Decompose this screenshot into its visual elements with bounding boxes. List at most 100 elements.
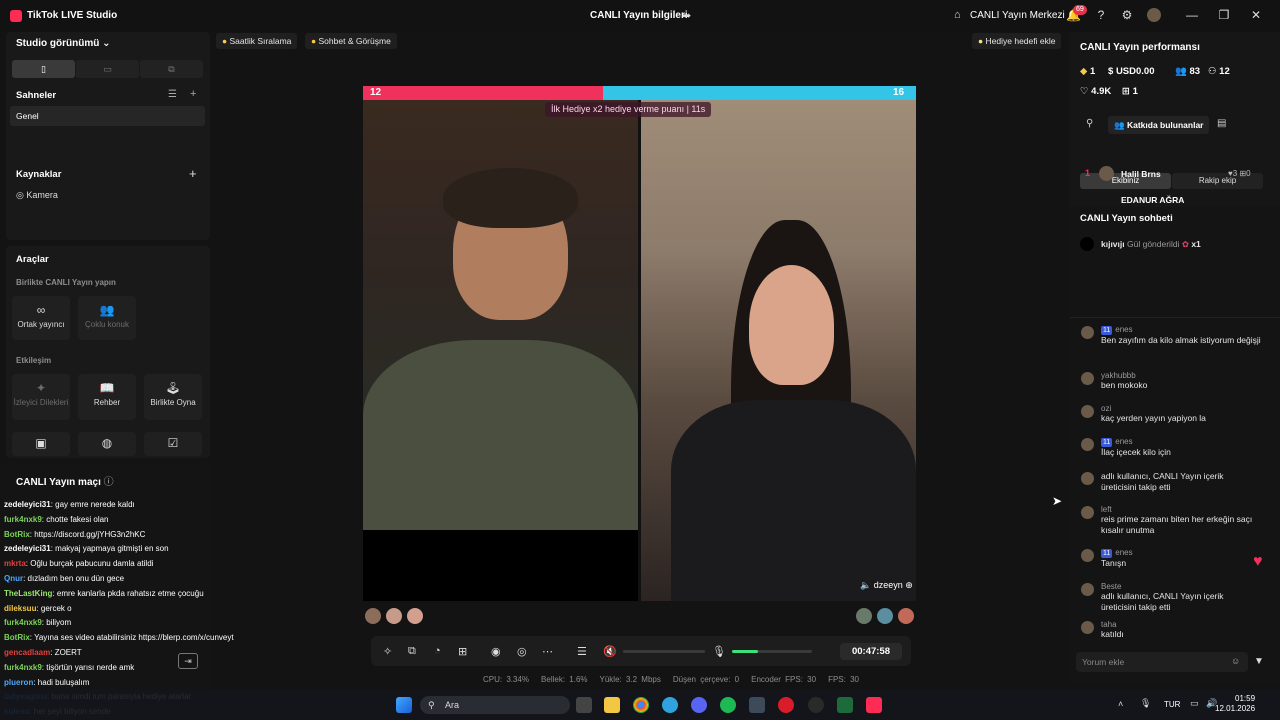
live-info-title[interactable]: CANLI Yayın bilgileri xyxy=(590,10,688,21)
chat-meet-tag[interactable]: ● Sohbet & Görüşme xyxy=(305,33,397,49)
gift-goal-button[interactable]: ● Hediye hedefi ekle xyxy=(972,33,1062,49)
chat-username[interactable]: zedeleyici31 xyxy=(4,544,51,553)
score-left: 12 xyxy=(370,87,382,98)
chrome-icon[interactable] xyxy=(633,697,649,713)
viewer-wishes-button[interactable]: ✦ İzleyici Dilekleri xyxy=(12,374,70,420)
score-bar-left xyxy=(363,86,603,100)
chat-username[interactable]: enes xyxy=(1115,548,1132,557)
contributors-button[interactable]: 👥 Katkıda bulunanlar xyxy=(1108,116,1210,134)
camera-settings-icon[interactable]: ◎ xyxy=(517,645,527,658)
tool-extra-1[interactable]: ▣ xyxy=(12,432,70,456)
folder-icon[interactable] xyxy=(604,697,620,713)
chat-username[interactable]: enes xyxy=(1115,437,1132,446)
heart-icon: ♡ xyxy=(1080,86,1089,97)
viewer-avatar[interactable] xyxy=(365,608,381,624)
chat-username[interactable]: taha xyxy=(1101,620,1117,629)
viewer-avatar[interactable] xyxy=(898,608,914,624)
chat-username[interactable]: enes xyxy=(1115,325,1132,334)
edge-icon[interactable] xyxy=(662,697,678,713)
close-icon[interactable]: ✕ xyxy=(1249,8,1263,22)
chat-username[interactable]: BotRix xyxy=(4,633,30,642)
spotify-icon[interactable] xyxy=(720,697,736,713)
add-media-icon[interactable]: ⊞ xyxy=(458,645,467,658)
help-icon[interactable]: ? xyxy=(1094,8,1108,22)
minimize-icon[interactable]: — xyxy=(1185,8,1199,22)
chat-username[interactable]: yakhubbb xyxy=(1101,371,1136,380)
send-filter-icon[interactable]: ▼ xyxy=(1254,656,1264,667)
mic-volume-slider[interactable] xyxy=(732,650,812,653)
play-together-button[interactable]: 🕹 Birlikte Oyna xyxy=(144,374,202,420)
restore-icon[interactable]: ❐ xyxy=(1217,8,1231,22)
chat-username[interactable]: left xyxy=(1101,505,1112,514)
camera-source[interactable]: ◎ Kamera xyxy=(16,190,58,201)
mixer-icon[interactable]: ☰ xyxy=(577,645,587,658)
chat-username[interactable]: BotRix xyxy=(4,530,30,539)
chat-username[interactable]: Qnur xyxy=(4,574,23,583)
chat-username[interactable]: zedeleyici31 xyxy=(4,500,51,509)
list-icon[interactable]: ☰ xyxy=(168,89,177,100)
microphone-icon[interactable]: 🎙 xyxy=(712,645,726,658)
chat-username[interactable]: furk4nxk9 xyxy=(4,515,42,524)
split-layout-button[interactable]: ⧉ xyxy=(140,60,203,78)
app-icon[interactable] xyxy=(749,697,765,713)
chat-username[interactable]: ozi xyxy=(1101,404,1111,413)
tool-extra-3[interactable]: ☑ xyxy=(144,432,202,456)
chevron-up-icon[interactable]: ˄ xyxy=(1118,699,1123,709)
effects-icon[interactable]: ⧉ xyxy=(408,645,416,658)
speaker-volume-slider[interactable] xyxy=(623,650,705,653)
chat-username[interactable]: furk4nxk9 xyxy=(4,663,42,672)
guide-button[interactable]: 📖 Rehber xyxy=(78,374,136,420)
viewer-avatar[interactable] xyxy=(856,608,872,624)
hourly-ranking-tag[interactable]: ● Saatlik Sıralama xyxy=(216,33,298,49)
magic-wand-icon[interactable]: ✧ xyxy=(383,645,392,658)
chat-username[interactable]: dileksuu xyxy=(4,604,36,613)
network-icon[interactable]: ▭ xyxy=(1190,698,1199,709)
terminal-icon[interactable] xyxy=(837,697,853,713)
cohost-button[interactable]: ∞ Ortak yayıncı xyxy=(12,296,70,340)
multi-guest-button[interactable]: 👥 Çoklu konuk xyxy=(78,296,136,340)
avatar[interactable] xyxy=(1147,8,1161,22)
chat-title: CANLI Yayın sohbeti xyxy=(1080,213,1173,224)
studio-view-dropdown[interactable]: Studio görünümü ⌄ xyxy=(16,38,111,49)
portrait-layout-button[interactable]: ▯ xyxy=(12,60,75,78)
viewer-avatar[interactable] xyxy=(386,608,402,624)
chat-username[interactable]: Beste xyxy=(1101,582,1121,591)
chat-username[interactable]: gencadlaam xyxy=(4,648,50,657)
landscape-layout-button[interactable]: ▭ xyxy=(76,60,139,78)
viewer-avatar[interactable] xyxy=(877,608,893,624)
mute-speaker-icon[interactable]: 🔇 xyxy=(603,645,617,658)
comment-input[interactable]: Yorum ekle ☺ xyxy=(1076,652,1248,672)
chat-username[interactable]: mkrta xyxy=(4,559,26,568)
gear-icon[interactable]: ⚙ xyxy=(1120,8,1134,22)
scene-item[interactable]: Genel xyxy=(10,106,205,126)
live-center-link[interactable]: CANLI Yayın Merkezi xyxy=(970,10,1065,21)
task-view-icon[interactable] xyxy=(576,697,592,713)
discord-icon[interactable] xyxy=(691,697,707,713)
chat-username[interactable]: furk4nxk9 xyxy=(4,618,42,627)
exit-icon[interactable]: ⇥ xyxy=(178,653,198,669)
tool-extra-2[interactable]: ◍ xyxy=(78,432,136,456)
chat-username[interactable]: TheLastKing xyxy=(4,589,52,598)
chat-username[interactable]: plueron xyxy=(4,678,33,687)
app-title: TikTok LIVE Studio xyxy=(27,10,118,21)
share-icon[interactable]: ➦ xyxy=(682,9,691,22)
opera-icon[interactable] xyxy=(778,697,794,713)
add-source-icon[interactable]: + xyxy=(189,166,197,181)
report-icon[interactable]: ▤ xyxy=(1217,118,1226,129)
windows-start-icon[interactable] xyxy=(396,697,412,713)
add-scene-icon[interactable]: + xyxy=(190,88,196,100)
chat-text: : chotte fakesi olan xyxy=(41,514,109,524)
viewer-avatar[interactable] xyxy=(407,608,423,624)
record-icon[interactable]: ◉ xyxy=(491,645,501,658)
microphone-tray-icon[interactable]: 🎙 xyxy=(1140,698,1151,709)
clock[interactable]: 01:59 12.01.2026 xyxy=(1215,694,1255,714)
taskbar-search[interactable]: ⚲ Ara xyxy=(420,696,570,714)
more-icon[interactable]: ⋯ xyxy=(542,645,553,658)
filter-icon[interactable]: ◔ xyxy=(434,645,441,657)
language-indicator[interactable]: TUR xyxy=(1164,700,1180,709)
invite-icon[interactable]: ⚲ xyxy=(1086,118,1093,129)
app-icon[interactable] xyxy=(808,697,824,713)
stats-bar: CPU: 3.34% Bellek: 1.6% Yükle: 3.2 Mbps Düş… xyxy=(483,675,859,684)
tiktok-studio-icon[interactable] xyxy=(866,697,882,713)
avatar xyxy=(1081,621,1094,634)
